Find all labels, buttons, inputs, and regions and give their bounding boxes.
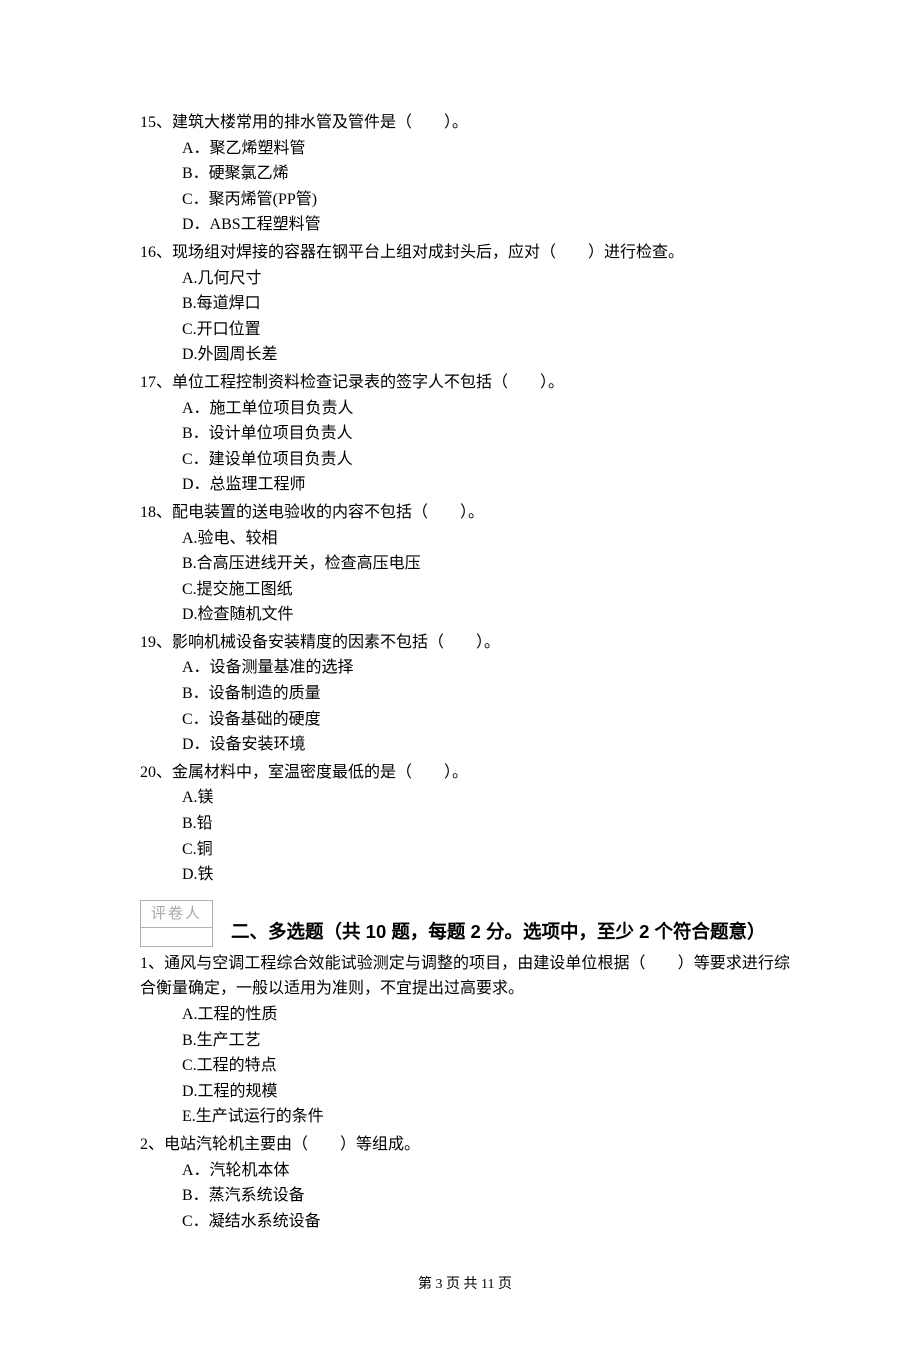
options: A.工程的性质 B.生产工艺 C.工程的特点 D.工程的规模 E.生产试运行的条… — [140, 1002, 790, 1130]
options: A．设备测量基准的选择 B．设备制造的质量 C．设备基础的硬度 D．设备安装环境 — [140, 655, 790, 757]
question-text: 2、电站汽轮机主要由（ ）等组成。 — [140, 1132, 790, 1158]
option-d: D．ABS工程塑料管 — [182, 212, 790, 238]
q-stem: 配电装置的送电验收的内容不包括（ ）。 — [172, 504, 484, 521]
q-stem: 单位工程控制资料检查记录表的签字人不包括（ ）。 — [172, 374, 564, 391]
option-b: B.生产工艺 — [182, 1028, 790, 1054]
option-d: D.检查随机文件 — [182, 602, 790, 628]
q-stem: 影响机械设备安装精度的因素不包括（ ）。 — [172, 634, 500, 651]
option-b: B.每道焊口 — [182, 291, 790, 317]
q-num: 2、 — [140, 1136, 164, 1153]
question-16: 16、现场组对焊接的容器在钢平台上组对成封头后，应对（ ）进行检查。 A.几何尺… — [140, 240, 790, 368]
option-c: C．聚丙烯管(PP管) — [182, 187, 790, 213]
option-c: C.提交施工图纸 — [182, 577, 790, 603]
section-2-title: 二、多选题（共 10 题，每题 2 分。选项中，至少 2 个符合题意） — [231, 917, 766, 947]
q-num: 16、 — [140, 244, 172, 261]
q-stem: 现场组对焊接的容器在钢平台上组对成封头后，应对（ ）进行检查。 — [172, 244, 684, 261]
option-d: D.工程的规模 — [182, 1079, 790, 1105]
option-d: D．总监理工程师 — [182, 472, 790, 498]
options: A．施工单位项目负责人 B．设计单位项目负责人 C．建设单位项目负责人 D．总监… — [140, 396, 790, 498]
q-stem: 金属材料中，室温密度最低的是（ ）。 — [172, 764, 468, 781]
question-text: 15、建筑大楼常用的排水管及管件是（ ）。 — [140, 110, 790, 136]
option-d: D．设备安装环境 — [182, 732, 790, 758]
question-text: 20、金属材料中，室温密度最低的是（ ）。 — [140, 760, 790, 786]
question-17: 17、单位工程控制资料检查记录表的签字人不包括（ ）。 A．施工单位项目负责人 … — [140, 370, 790, 498]
option-a: A．施工单位项目负责人 — [182, 396, 790, 422]
q-stem: 建筑大楼常用的排水管及管件是（ ）。 — [172, 114, 468, 131]
q-stem: 电站汽轮机主要由（ ）等组成。 — [164, 1136, 420, 1153]
question-18: 18、配电装置的送电验收的内容不包括（ ）。 A.验电、较相 B.合高压进线开关… — [140, 500, 790, 628]
option-c: C.开口位置 — [182, 317, 790, 343]
option-a: A．汽轮机本体 — [182, 1158, 790, 1184]
question-text: 16、现场组对焊接的容器在钢平台上组对成封头后，应对（ ）进行检查。 — [140, 240, 790, 266]
options: A.验电、较相 B.合高压进线开关，检查高压电压 C.提交施工图纸 D.检查随机… — [140, 526, 790, 628]
option-b: B．设计单位项目负责人 — [182, 421, 790, 447]
option-a: A.工程的性质 — [182, 1002, 790, 1028]
page-content: 15、建筑大楼常用的排水管及管件是（ ）。 A．聚乙烯塑料管 B．硬聚氯乙烯 C… — [0, 0, 920, 1357]
options: A.几何尺寸 B.每道焊口 C.开口位置 D.外圆周长差 — [140, 266, 790, 368]
question-19: 19、影响机械设备安装精度的因素不包括（ ）。 A．设备测量基准的选择 B．设备… — [140, 630, 790, 758]
option-a: A.几何尺寸 — [182, 266, 790, 292]
option-a: A.验电、较相 — [182, 526, 790, 552]
q-num: 20、 — [140, 764, 172, 781]
q-num: 15、 — [140, 114, 172, 131]
options: A．聚乙烯塑料管 B．硬聚氯乙烯 C．聚丙烯管(PP管) D．ABS工程塑料管 — [140, 136, 790, 238]
option-b: B.合高压进线开关，检查高压电压 — [182, 551, 790, 577]
question-15: 15、建筑大楼常用的排水管及管件是（ ）。 A．聚乙烯塑料管 B．硬聚氯乙烯 C… — [140, 110, 790, 238]
option-e: E.生产试运行的条件 — [182, 1104, 790, 1130]
option-b: B．硬聚氯乙烯 — [182, 161, 790, 187]
option-a: A.镁 — [182, 785, 790, 811]
grader-label: 评卷人 — [140, 900, 213, 928]
grader-empty-cell — [140, 928, 213, 947]
question-text: 18、配电装置的送电验收的内容不包括（ ）。 — [140, 500, 790, 526]
multi-question-2: 2、电站汽轮机主要由（ ）等组成。 A．汽轮机本体 B．蒸汽系统设备 C．凝结水… — [140, 1132, 790, 1234]
options: A.镁 B.铅 C.铜 D.铁 — [140, 785, 790, 887]
page-footer: 第 3 页 共 11 页 — [140, 1274, 790, 1296]
q-num: 1、 — [140, 955, 164, 972]
q-num: 17、 — [140, 374, 172, 391]
question-text: 17、单位工程控制资料检查记录表的签字人不包括（ ）。 — [140, 370, 790, 396]
option-c: C．建设单位项目负责人 — [182, 447, 790, 473]
question-text: 1、通风与空调工程综合效能试验测定与调整的项目，由建设单位根据（ ）等要求进行综… — [140, 951, 790, 1002]
q-num: 18、 — [140, 504, 172, 521]
option-b: B.铅 — [182, 811, 790, 837]
option-c: C．凝结水系统设备 — [182, 1209, 790, 1235]
section-header-row: 评卷人 二、多选题（共 10 题，每题 2 分。选项中，至少 2 个符合题意） — [140, 894, 790, 947]
option-c: C．设备基础的硬度 — [182, 707, 790, 733]
option-a: A．聚乙烯塑料管 — [182, 136, 790, 162]
option-d: D.铁 — [182, 862, 790, 888]
q-num: 19、 — [140, 634, 172, 651]
multi-question-1: 1、通风与空调工程综合效能试验测定与调整的项目，由建设单位根据（ ）等要求进行综… — [140, 951, 790, 1130]
option-c: C.工程的特点 — [182, 1053, 790, 1079]
option-c: C.铜 — [182, 837, 790, 863]
option-b: B．蒸汽系统设备 — [182, 1183, 790, 1209]
question-text: 19、影响机械设备安装精度的因素不包括（ ）。 — [140, 630, 790, 656]
option-b: B．设备制造的质量 — [182, 681, 790, 707]
option-d: D.外圆周长差 — [182, 342, 790, 368]
q-stem: 通风与空调工程综合效能试验测定与调整的项目，由建设单位根据（ ）等要求进行综合衡… — [140, 955, 790, 998]
question-20: 20、金属材料中，室温密度最低的是（ ）。 A.镁 B.铅 C.铜 D.铁 — [140, 760, 790, 888]
option-a: A．设备测量基准的选择 — [182, 655, 790, 681]
grader-box: 评卷人 — [140, 900, 213, 947]
options: A．汽轮机本体 B．蒸汽系统设备 C．凝结水系统设备 — [140, 1158, 790, 1235]
